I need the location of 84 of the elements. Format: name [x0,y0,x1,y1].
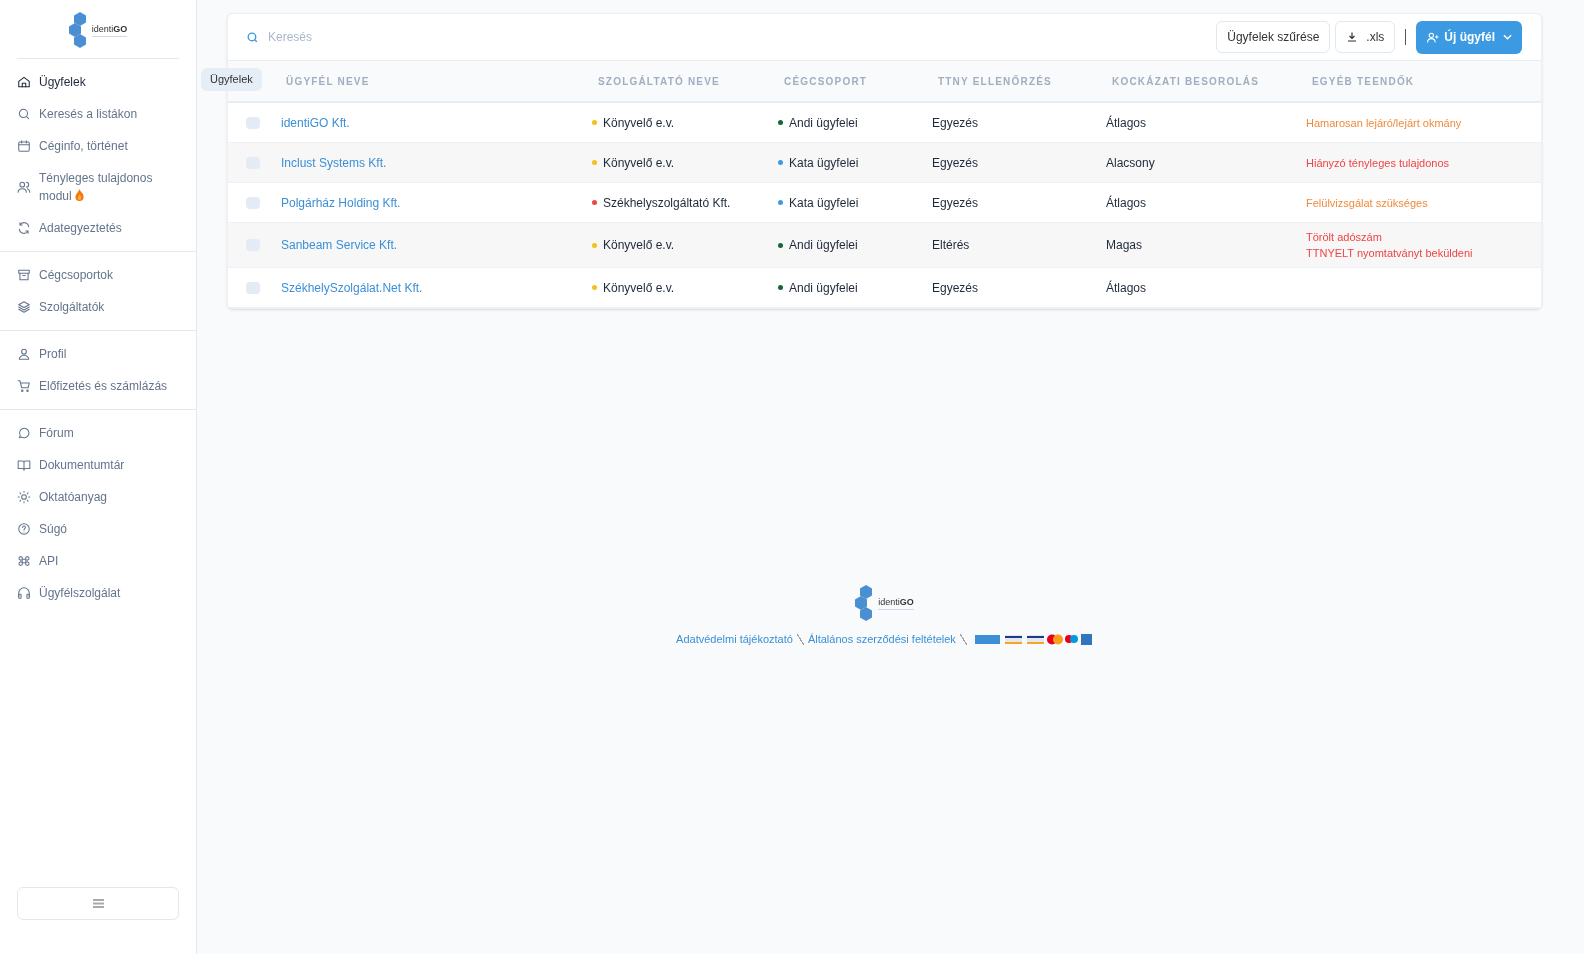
todo-text: TTNYELT nyomtatványt beküldeni [1306,246,1473,260]
table-cell-text: Andi ügyfelei [789,279,858,297]
chevron-down-icon [1503,34,1512,40]
archive-icon [17,268,31,282]
sidebar-item[interactable]: Szolgáltatók [0,291,196,323]
export-button[interactable]: .xls [1335,21,1396,53]
search-icon [246,30,259,44]
sidebar-item[interactable]: Tényleges tulajdonos modul [0,162,196,212]
table-cell-text: Andi ügyfelei [789,237,858,254]
help-icon [17,522,31,536]
client-link[interactable]: Inclust Systems Kft. [281,153,387,172]
table-cell-text: Egyezés [932,114,979,132]
table-cell-text: Könyvelő e.v. [603,237,675,254]
todo-text: Felülvizsgálat szükséges [1306,195,1428,210]
menu-icon [92,899,104,908]
table-cell-text: Egyezés [932,194,979,212]
table-cell-text: Átlagos [1106,114,1147,132]
cart-icon [17,379,31,393]
table-cell-text: Átlagos [1106,194,1147,212]
add-user-icon [1426,30,1441,44]
sidebar-item[interactable]: API [0,545,196,577]
table-cell-text: Kata ügyfelei [789,194,859,212]
logo: identiGO [68,12,128,48]
table-cell-text: Eltérés [932,237,970,254]
table-cell-text: Kata ügyfelei [789,154,859,172]
sidebar-item[interactable]: Súgó [0,513,196,545]
user-icon [17,347,31,361]
search-field[interactable]: Keresés [268,28,568,46]
footer-logo: identiGO [855,585,914,621]
sidebar-item[interactable]: Dokumentumtár [0,449,196,481]
table-cell-text: Átlagos [1106,279,1147,297]
client-link[interactable]: SzékhelySzolgálat.Net Kft. [281,278,423,297]
client-link[interactable]: Polgárház Holding Kft. [281,193,401,212]
column-header: ÜGYFÉL NEVE [285,74,370,89]
sidebar-item[interactable]: Előfizetés és számlázás [0,370,196,402]
sidebar-item[interactable]: Profil [0,338,196,370]
table-cell-text: Könyvelő e.v. [603,154,675,172]
footer-link[interactable]: Általános szerződési feltételek [807,631,956,648]
footer-link[interactable]: Adatvédelmi tájékoztató [676,631,793,648]
calendar-icon [17,139,31,153]
search-icon [17,107,31,121]
table-cell-text: Könyvelő e.v. [603,279,675,297]
sidebar-item[interactable]: Keresés a listákon [0,98,196,130]
column-header: TTNY ELLENŐRZÉS [937,74,1052,89]
client-link[interactable]: Sanbeam Service Kft. [281,236,398,254]
sidebar-item[interactable]: Ügyfélszolgálat [0,577,196,609]
sidebar-item[interactable]: Céginfo, történet [0,130,196,162]
sidebar-item[interactable]: Cégcsoportok [0,259,196,291]
sidebar-item[interactable]: Fórum [0,417,196,449]
table-cell-text: Magas [1106,237,1143,254]
sun-icon [17,490,31,504]
chat-icon [17,426,31,440]
table-cell-text: Könyvelő e.v. [603,114,675,132]
book-icon [17,458,31,472]
layers-icon [17,300,31,314]
todo-text: Törölt adószám [1306,230,1382,244]
tooltip: Ügyfelek [201,68,262,91]
sidebar-item[interactable]: Oktatóanyag [0,481,196,513]
client-link[interactable]: identiGO Kft. [281,113,350,132]
table-cell-text: Egyezés [932,154,979,172]
filter-button[interactable]: Ügyfelek szűrése [1216,21,1331,53]
row-checkbox[interactable] [246,116,260,129]
column-header: KOCKÁZATI BESOROLÁS [1111,74,1260,89]
table-cell-text: Székhelyszolgáltató Kft. [603,194,731,212]
table-cell-text: Egyezés [932,279,979,297]
download-icon [1346,31,1359,43]
home-icon [17,75,31,89]
row-checkbox[interactable] [246,196,260,209]
table-cell-text: Alacsony [1106,154,1155,172]
todo-text: Hiányzó tényleges tulajdonos [1306,155,1450,170]
column-header: CÉGCSOPORT [783,74,868,89]
collapse-button[interactable] [17,887,179,920]
command-icon [17,554,31,568]
users-icon [17,180,31,194]
column-header: EGYÉB TEENDŐK [1311,74,1415,89]
headphones-icon [17,586,31,600]
todo-text: Hamarosan lejáró/lejárt okmány [1306,115,1462,130]
refresh-icon [17,221,31,235]
table-cell-text: Andi ügyfelei [789,114,858,132]
new-client-button[interactable]: Új ügyfél [1416,20,1522,54]
sidebar-item[interactable]: Adategyeztetés [0,212,196,244]
column-header: SZOLGÁLTATÓ NEVE [597,74,720,89]
row-checkbox[interactable] [246,281,260,294]
sidebar-item[interactable]: Ügyfelek [0,66,196,98]
